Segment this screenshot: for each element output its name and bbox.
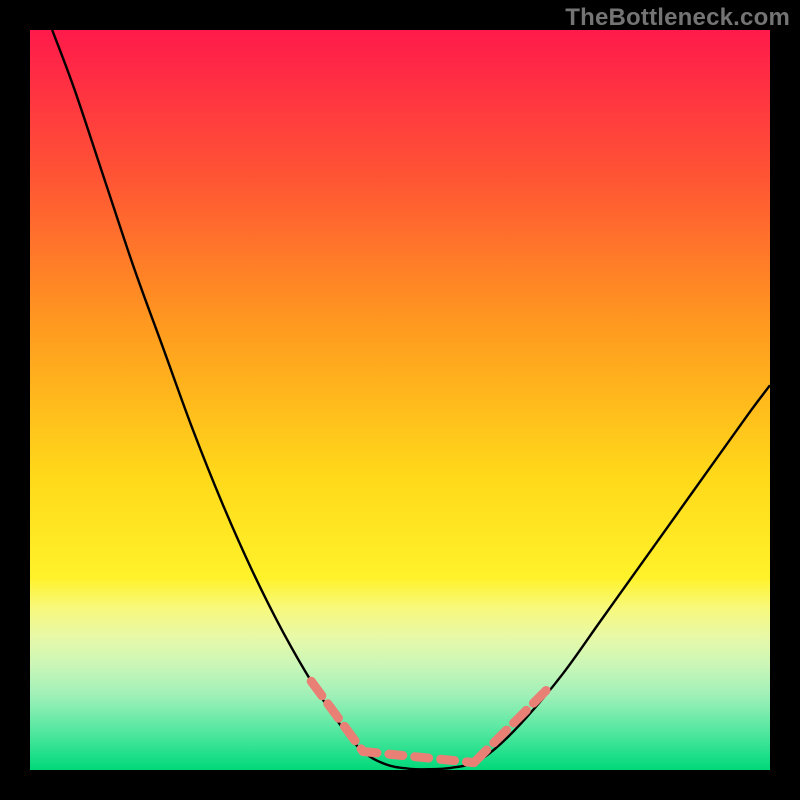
plot-area xyxy=(30,30,770,770)
watermark-text: TheBottleneck.com xyxy=(565,4,790,32)
chart-svg xyxy=(0,0,800,800)
chart-container: TheBottleneck.com xyxy=(0,0,800,800)
